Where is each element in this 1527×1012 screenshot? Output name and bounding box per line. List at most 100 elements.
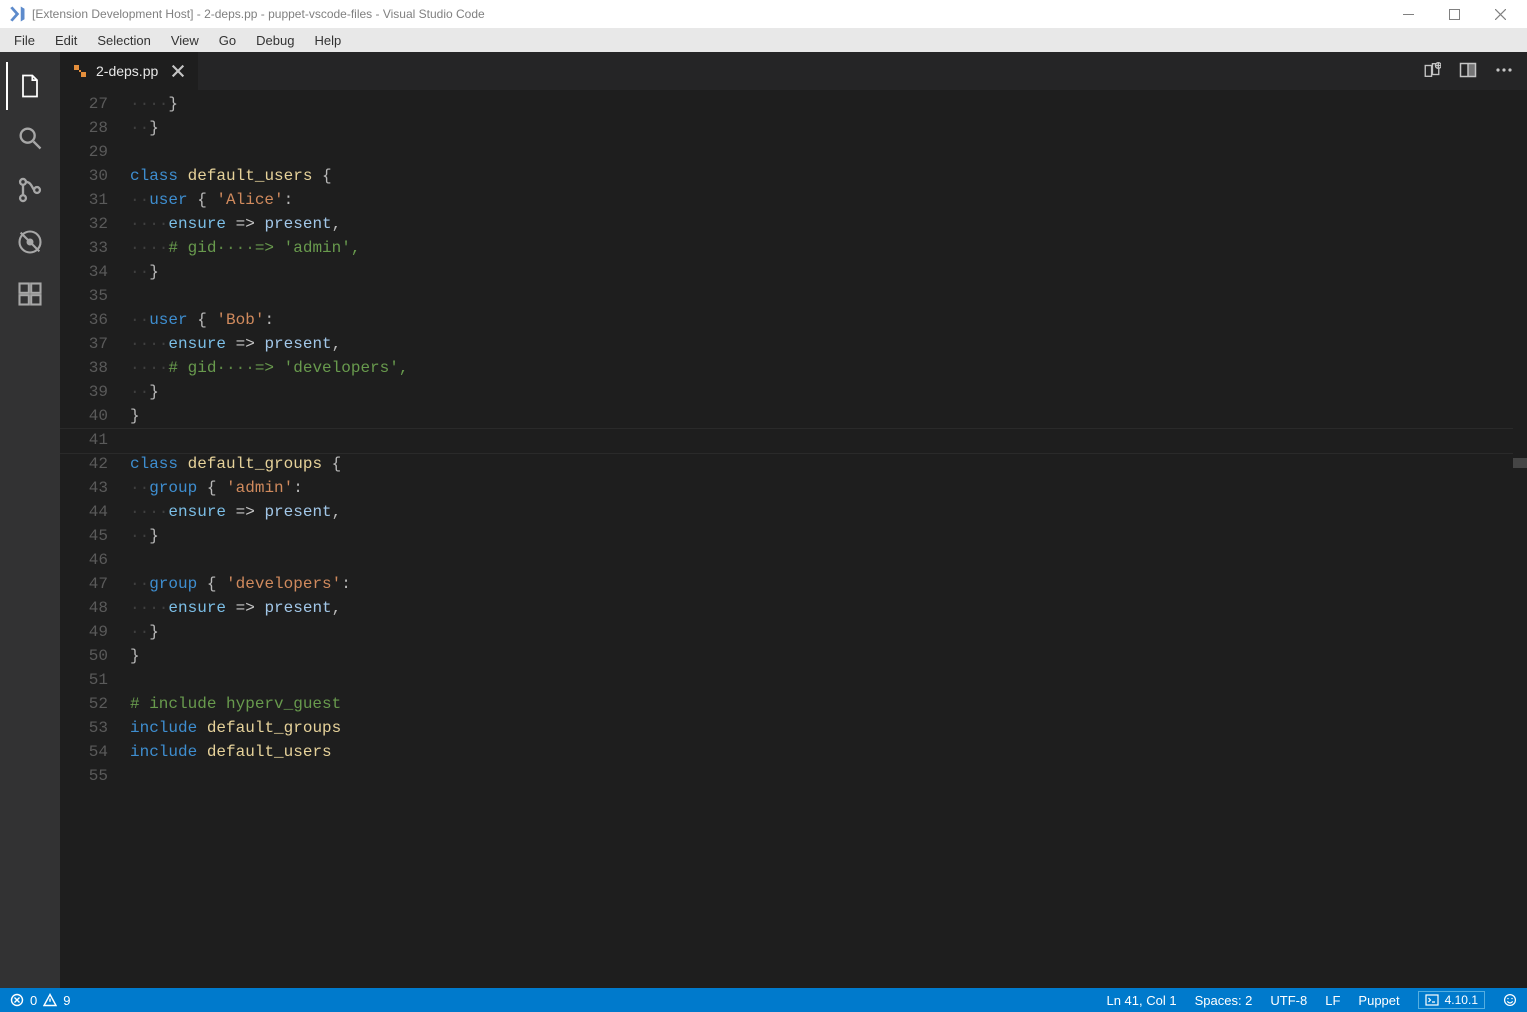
code-line[interactable]: ··group { 'admin': [130, 476, 1527, 500]
tab-2-deps[interactable]: 2-deps.pp [60, 52, 198, 90]
code-line[interactable] [130, 428, 1527, 452]
line-number: 37 [60, 332, 108, 356]
line-number: 45 [60, 524, 108, 548]
code-line[interactable]: ····} [130, 92, 1527, 116]
code-line[interactable]: ··user { 'Bob': [130, 308, 1527, 332]
code-line[interactable]: include default_users [130, 740, 1527, 764]
status-encoding[interactable]: UTF-8 [1270, 993, 1307, 1008]
editor-zone: 2-deps.pp 272829303132333435363738394041… [60, 52, 1527, 988]
status-problems[interactable]: 0 9 [10, 993, 70, 1008]
split-editor-icon[interactable] [1459, 61, 1477, 82]
line-number: 33 [60, 236, 108, 260]
line-number: 31 [60, 188, 108, 212]
explorer-icon[interactable] [6, 62, 54, 110]
search-icon[interactable] [6, 114, 54, 162]
code-line[interactable]: ····ensure => present, [130, 332, 1527, 356]
code-line[interactable]: ····# gid····=> 'admin', [130, 236, 1527, 260]
code-line[interactable]: class default_groups { [130, 452, 1527, 476]
line-number: 39 [60, 380, 108, 404]
activity-bar [0, 52, 60, 988]
error-count: 0 [30, 993, 37, 1008]
scm-icon[interactable] [6, 166, 54, 214]
code-line[interactable]: # include hyperv_guest [130, 692, 1527, 716]
code-line[interactable]: include default_groups [130, 716, 1527, 740]
code-line[interactable]: } [130, 644, 1527, 668]
code-line[interactable] [130, 764, 1527, 788]
code-line[interactable]: ····# gid····=> 'developers', [130, 356, 1527, 380]
menu-view[interactable]: View [161, 31, 209, 50]
extensions-icon[interactable] [6, 270, 54, 318]
line-number: 43 [60, 476, 108, 500]
code-line[interactable]: ····ensure => present, [130, 212, 1527, 236]
line-number: 35 [60, 284, 108, 308]
code-line[interactable]: ··user { 'Alice': [130, 188, 1527, 212]
line-number: 55 [60, 764, 108, 788]
status-feedback-icon[interactable] [1503, 993, 1517, 1007]
line-number: 34 [60, 260, 108, 284]
line-number: 47 [60, 572, 108, 596]
vscode-logo-icon [8, 5, 26, 23]
line-number: 29 [60, 140, 108, 164]
code-line[interactable]: ··group { 'developers': [130, 572, 1527, 596]
status-eol[interactable]: LF [1325, 993, 1340, 1008]
window-controls [1385, 0, 1523, 28]
code-line[interactable]: ··} [130, 116, 1527, 140]
line-number: 44 [60, 500, 108, 524]
menu-debug[interactable]: Debug [246, 31, 304, 50]
status-bar: 0 9 Ln 41, Col 1 Spaces: 2 UTF-8 LF Pupp… [0, 988, 1527, 1012]
tab-label: 2-deps.pp [96, 63, 158, 79]
status-language-mode[interactable]: Puppet [1358, 993, 1399, 1008]
menu-go[interactable]: Go [209, 31, 246, 50]
compare-changes-icon[interactable] [1423, 61, 1441, 82]
debug-icon[interactable] [6, 218, 54, 266]
line-number: 36 [60, 308, 108, 332]
code-line[interactable]: ····ensure => present, [130, 500, 1527, 524]
puppet-version-text: 4.10.1 [1445, 993, 1478, 1007]
line-number: 41 [60, 428, 108, 452]
line-number: 30 [60, 164, 108, 188]
status-puppet-version[interactable]: 4.10.1 [1418, 991, 1485, 1009]
code-line[interactable] [130, 284, 1527, 308]
code-line[interactable]: ··} [130, 620, 1527, 644]
status-cursor-position[interactable]: Ln 41, Col 1 [1106, 993, 1176, 1008]
code-line[interactable] [130, 548, 1527, 572]
code-line[interactable]: ····ensure => present, [130, 596, 1527, 620]
line-number: 38 [60, 356, 108, 380]
line-number: 52 [60, 692, 108, 716]
code-line[interactable]: ··} [130, 524, 1527, 548]
code-line[interactable]: ··} [130, 260, 1527, 284]
close-tab-icon[interactable] [170, 63, 186, 79]
line-number: 51 [60, 668, 108, 692]
line-number: 32 [60, 212, 108, 236]
overview-ruler[interactable] [1513, 90, 1527, 988]
minimize-button[interactable] [1385, 0, 1431, 28]
code-line[interactable]: class default_users { [130, 164, 1527, 188]
code-line[interactable] [130, 140, 1527, 164]
titlebar[interactable]: [Extension Development Host] - 2-deps.pp… [0, 0, 1527, 28]
text-editor[interactable]: 2728293031323334353637383940414243444546… [60, 90, 1527, 988]
menu-help[interactable]: Help [304, 31, 351, 50]
line-number: 54 [60, 740, 108, 764]
line-number: 48 [60, 596, 108, 620]
menu-selection[interactable]: Selection [87, 31, 160, 50]
menu-file[interactable]: File [4, 31, 45, 50]
line-number: 40 [60, 404, 108, 428]
more-actions-icon[interactable] [1495, 61, 1513, 82]
maximize-button[interactable] [1431, 0, 1477, 28]
line-number: 49 [60, 620, 108, 644]
line-number: 42 [60, 452, 108, 476]
editor-actions [1409, 52, 1527, 90]
code-line[interactable]: ··} [130, 380, 1527, 404]
smile-icon [1503, 993, 1517, 1007]
status-indentation[interactable]: Spaces: 2 [1195, 993, 1253, 1008]
line-number: 50 [60, 644, 108, 668]
code-content[interactable]: ····}··} class default_users {··user { '… [130, 90, 1527, 988]
window-title: [Extension Development Host] - 2-deps.pp… [32, 7, 1385, 21]
line-number-gutter: 2728293031323334353637383940414243444546… [60, 90, 130, 988]
close-button[interactable] [1477, 0, 1523, 28]
menubar: File Edit Selection View Go Debug Help [0, 28, 1527, 52]
line-number: 27 [60, 92, 108, 116]
code-line[interactable] [130, 668, 1527, 692]
menu-edit[interactable]: Edit [45, 31, 87, 50]
code-line[interactable]: } [130, 404, 1527, 428]
